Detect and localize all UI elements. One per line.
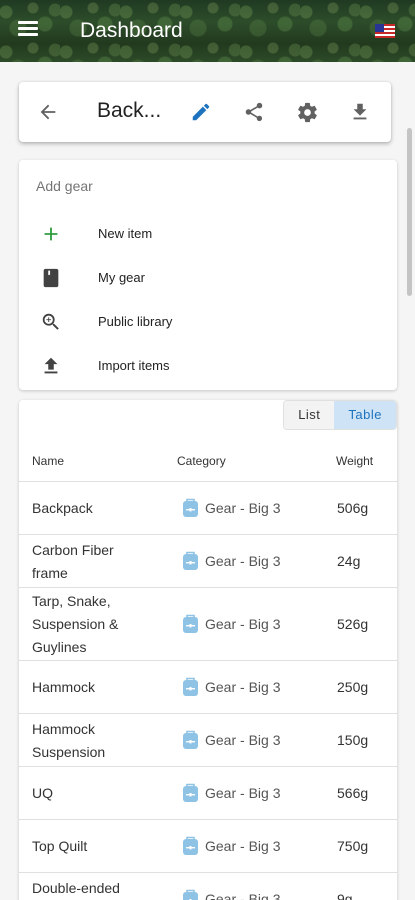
content-area[interactable]: Back... Add gear New item My gear Public… [0,62,415,900]
category-label: Gear - Big 3 [205,552,281,569]
add-gear-card: Add gear New item My gear Public library… [19,160,397,390]
row-name: Carbon Fiber frame [32,542,114,581]
add-gear-title: Add gear [36,178,93,194]
backpack-icon [183,498,198,517]
view-toggle: List Table [283,400,397,430]
add-icon [39,222,63,246]
app-title: Dashboard [80,19,183,42]
backpack-icon [183,614,198,633]
row-weight: 24g [337,553,361,569]
public-library-button[interactable]: Public library [19,302,397,342]
table-row[interactable]: Backpack Gear - Big 3 506g [19,483,397,535]
row-weight: 150g [337,732,369,748]
row-weight: 9g [337,891,353,900]
settings-icon[interactable] [293,98,321,126]
menu-icon[interactable] [16,18,46,44]
column-header-weight[interactable]: Weight [336,454,373,468]
book-icon [39,266,63,290]
row-name: Top Quilt [32,838,88,854]
import-items-button[interactable]: Import items [19,346,397,386]
row-category: Gear - Big 3 [182,550,280,571]
table-row[interactable]: Hammock Suspension Gear - Big 3 150g [19,715,397,767]
table-row[interactable]: Top Quilt Gear - Big 3 750g [19,821,397,873]
arrow-back-icon[interactable] [34,98,62,126]
search-zoom-icon [39,310,63,334]
row-name: Tarp, Snake, Suspension & Guylines [32,593,119,655]
row-name: Hammock Suspension [32,721,106,760]
row-category: Gear - Big 3 [182,497,280,518]
category-label: Gear - Big 3 [205,615,281,632]
row-category: Gear - Big 3 [182,613,280,634]
category-label: Gear - Big 3 [205,678,281,695]
row-weight: 526g [337,616,369,632]
row-name: Hammock [32,679,96,695]
table-row[interactable]: UQ Gear - Big 3 566g [19,768,397,820]
download-icon[interactable] [346,98,374,126]
table-row[interactable]: Double-ended Gear - Big 3 9g [19,874,397,900]
pack-title: Back... [97,99,162,122]
backpack-icon [183,677,198,696]
scrollbar[interactable] [407,128,412,296]
backpack-icon [183,551,198,570]
backpack-icon [183,783,198,802]
row-category: Gear - Big 3 [182,782,280,803]
public-library-label: Public library [98,314,173,329]
table-row[interactable]: Carbon Fiber frame Gear - Big 3 24g [19,536,397,588]
backpack-icon [183,889,198,900]
share-icon[interactable] [240,98,268,126]
category-label: Gear - Big 3 [205,784,281,801]
category-label: Gear - Big 3 [205,499,281,516]
row-weight: 506g [337,500,369,516]
new-item-label: New item [98,226,153,241]
list-view-button[interactable]: List [284,401,335,429]
my-gear-button[interactable]: My gear [19,258,397,298]
forest-background [0,0,415,62]
table-header: Name Category Weight [19,440,397,482]
my-gear-label: My gear [98,270,145,285]
row-name: Double-ended [32,880,120,896]
row-category: Gear - Big 3 [182,835,280,856]
new-item-button[interactable]: New item [19,214,397,254]
column-header-name[interactable]: Name [32,454,64,468]
table-view-button[interactable]: Table [334,401,396,429]
column-header-category[interactable]: Category [177,454,226,468]
row-category: Gear - Big 3 [182,676,280,697]
row-weight: 250g [337,679,369,695]
us-flag-icon[interactable] [375,24,395,38]
edit-icon[interactable] [187,98,215,126]
row-name: UQ [32,785,53,801]
row-category: Gear - Big 3 [182,729,280,750]
backpack-icon [183,730,198,749]
row-weight: 566g [337,785,369,801]
row-name: Backpack [32,500,93,516]
table-row[interactable]: Tarp, Snake, Suspension & Guylines Gear … [19,589,397,661]
row-weight: 750g [337,838,369,854]
table-row[interactable]: Hammock Gear - Big 3 250g [19,662,397,714]
category-label: Gear - Big 3 [205,837,281,854]
category-label: Gear - Big 3 [205,731,281,748]
pack-toolbar: Back... [19,82,391,142]
category-label: Gear - Big 3 [205,890,281,900]
import-items-label: Import items [98,358,170,373]
backpack-icon [183,836,198,855]
row-category: Gear - Big 3 [182,888,280,900]
upload-icon [39,354,63,378]
app-bar: Dashboard [0,0,415,62]
gear-table-card: List Table Name Category Weight Backpack… [19,400,397,900]
